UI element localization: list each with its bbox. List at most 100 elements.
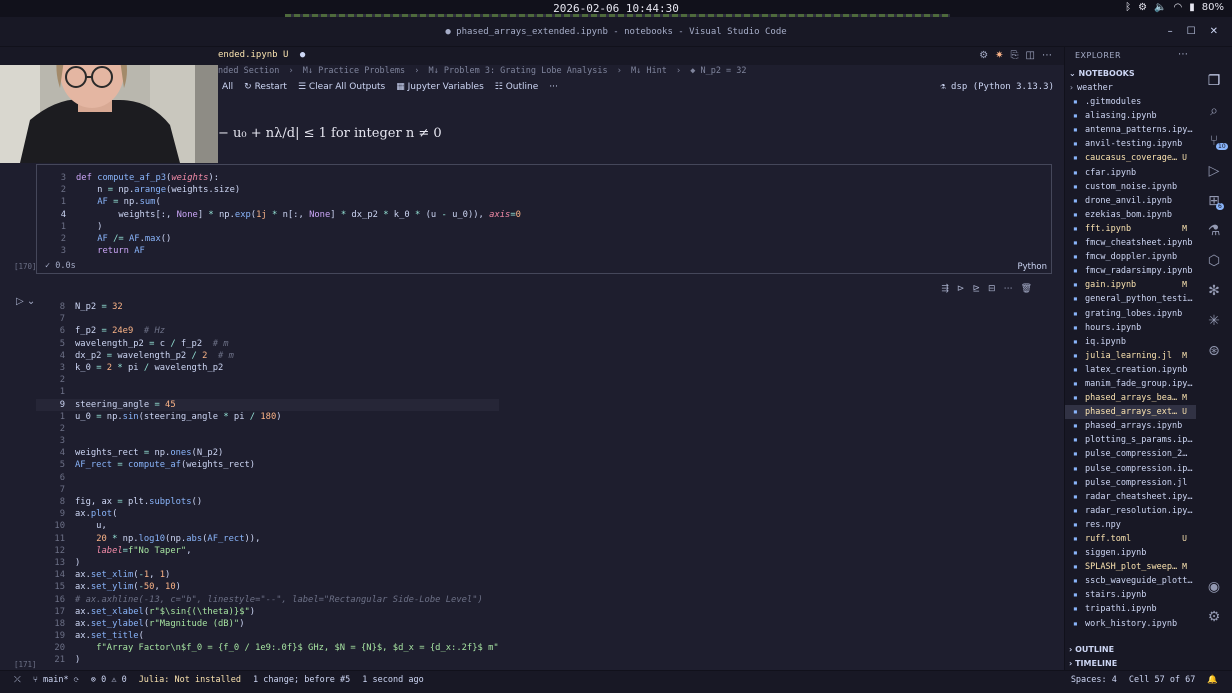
cell-more-icon[interactable]: ⋯ [1004, 284, 1013, 298]
file-item[interactable]: ▪ pulse_compression.jl [1065, 476, 1197, 490]
code-line[interactable]: 3 return AF [37, 245, 521, 257]
explorer-icon[interactable]: ❐ [1196, 73, 1232, 89]
file-item[interactable]: ▪ phased_arrays.ipynb [1065, 419, 1197, 433]
wifi-icon[interactable]: ◠ [1174, 2, 1183, 13]
clear-outputs-button[interactable]: ☰ Clear All Outputs [298, 82, 385, 92]
code-line[interactable]: 9 steering_angle = 45 [36, 398, 499, 411]
file-item[interactable]: ▪ grating_lobes.ipynb [1065, 307, 1197, 321]
execute-below-icon[interactable]: ⊵ [972, 284, 980, 298]
file-item[interactable]: ▪ SPLASH_plot_sweep… M [1065, 560, 1197, 574]
file-item[interactable]: ▪ work_history.ipynb [1065, 617, 1197, 631]
file-item[interactable]: ▪ fmcw_cheatsheet.ipynb [1065, 236, 1197, 250]
manage-gear-icon[interactable]: ⚙ [1196, 609, 1232, 625]
file-item[interactable]: ▪ custom_noise.ipynb [1065, 180, 1197, 194]
close-icon[interactable]: ✕ [1210, 26, 1218, 37]
file-item[interactable]: ▪ tripathi.ipynb [1065, 602, 1197, 616]
file-item[interactable]: ▪ julia_learning.jl M [1065, 349, 1197, 363]
breadcrumb-item[interactable]: M↓ Hint [631, 66, 667, 76]
file-item[interactable]: ▪ caucasus_coverage… U [1065, 151, 1197, 165]
explorer-more-icon[interactable]: ⋯ [1178, 49, 1188, 60]
code-line[interactable]: 1 u_0 = np.sin(steering_angle * pi / 180) [36, 411, 499, 423]
search-icon[interactable]: ⌕ [1196, 103, 1232, 119]
code-line[interactable]: 3 k_0 = 2 * pi / wavelength_p2 [36, 362, 499, 374]
extensions-icon[interactable]: ⊞ 6 [1196, 193, 1232, 210]
file-item[interactable]: ▪ fmcw_doppler.ipynb [1065, 250, 1197, 264]
ai-icon[interactable]: ✳ [1196, 313, 1232, 329]
testing-icon[interactable]: ⚗ [1196, 223, 1232, 239]
unsaved-dot-icon[interactable]: ● [300, 50, 305, 60]
code-line[interactable]: 2 [36, 374, 499, 386]
code-line[interactable]: 5 AF_rect = compute_af(weights_rect) [36, 459, 499, 471]
cell-position[interactable]: Cell 57 of 67 [1129, 675, 1196, 685]
file-item[interactable]: ▪ iq.ipynb [1065, 335, 1197, 349]
file-item[interactable]: ▪ phased_arrays_ext… U [1065, 405, 1197, 420]
split-editor-icon[interactable]: ◫ [1026, 50, 1035, 61]
code-line[interactable]: 11 20 * np.log10(np.abs(AF_rect)), [36, 533, 499, 545]
containers-icon[interactable]: ⬡ [1196, 253, 1232, 269]
breadcrumb-item[interactable]: M↓ Practice Problems [303, 66, 405, 76]
file-item[interactable]: ▪ siggen.ipynb [1065, 546, 1197, 560]
code-line[interactable]: 13) [36, 557, 499, 569]
open-changes-icon[interactable]: ⎘ [1011, 50, 1019, 61]
run-all-button[interactable]: All [222, 82, 233, 92]
file-item[interactable]: ▪ fft.ipynb M [1065, 222, 1197, 236]
file-item[interactable]: ▪ cfar.ipynb [1065, 166, 1197, 180]
battery-icon[interactable]: ▮ [1189, 2, 1195, 13]
file-item[interactable]: ▪ general_python_testi… [1065, 292, 1197, 306]
problems-indicator[interactable]: ⊗ 0 ⚠ 0 [91, 675, 127, 685]
code-line[interactable]: 2 n = np.arange(weights.size) [37, 184, 521, 196]
file-item[interactable]: ▪ aliasing.ipynb [1065, 109, 1197, 123]
remote-indicator-icon[interactable]: ⤫ [14, 675, 21, 685]
execute-above-icon[interactable]: ⊳ [957, 284, 965, 298]
code-line[interactable]: 1 ) [37, 221, 521, 233]
file-item[interactable]: ▪ manim_fade_group.ipy… [1065, 377, 1197, 391]
julia-status[interactable]: Julia: Not installed [139, 675, 241, 685]
code-line[interactable]: 15 ax.set_ylim(-50, 10) [36, 581, 499, 593]
code-line[interactable]: 8 N_p2 = 32 [36, 301, 499, 313]
restart-button[interactable]: ↻ Restart [244, 82, 287, 92]
file-item[interactable]: ▪ radar_cheatsheet.ipy… [1065, 490, 1197, 504]
more-toolbar-button[interactable]: ··· [549, 82, 558, 92]
jupyter-variables-button[interactable]: ▦ Jupyter Variables [396, 82, 484, 92]
git-branch[interactable]: ⑂ main* ⟳ [33, 675, 79, 685]
delete-cell-icon[interactable]: 🗑 [1021, 284, 1032, 298]
settings-icon[interactable]: ⚙ [1138, 2, 1147, 13]
code-line[interactable]: 2 AF /= AF.max() [37, 233, 521, 245]
code-line[interactable]: 4 weights_rect = np.ones(N_p2) [36, 447, 499, 459]
tab-phased-arrays-extended[interactable]: ended.ipynb U ● [218, 47, 313, 65]
code-line[interactable]: 20 f"Array Factor\n$f_0 = {f_0 / 1e9:.0f… [36, 642, 498, 654]
more-actions-icon[interactable]: ⋯ [1042, 50, 1052, 61]
explorer-section-notebooks[interactable]: ⌄ NOTEBOOKS [1069, 69, 1135, 78]
code-line[interactable]: 18 ax.set_ylabel(r"Magnitude (dB)") [36, 618, 499, 630]
code-line[interactable]: 6 f_p2 = 24e9 # Hz [36, 325, 499, 337]
file-item[interactable]: ▪ latex_creation.ipynb [1065, 363, 1197, 377]
outline-section[interactable]: › OUTLINE [1069, 645, 1114, 654]
cell-language[interactable]: Python [1018, 262, 1047, 272]
remote-explorer-icon[interactable]: ⊛ [1196, 343, 1232, 359]
file-item[interactable]: ▪ ruff.toml U [1065, 532, 1197, 546]
file-item[interactable]: ▪ pulse_compression_2… [1065, 447, 1197, 461]
file-item[interactable]: ▪ radar_resolution.ipy… [1065, 504, 1197, 518]
indentation-status[interactable]: Spaces: 4 [1071, 675, 1117, 685]
copilot-icon[interactable]: ✷ [995, 50, 1003, 61]
code-line[interactable]: 4 weights[:, None] * np.exp(1j * n[:, No… [37, 209, 521, 221]
code-line[interactable]: 10 u, [36, 520, 499, 532]
code-line[interactable]: 12 label=f"No Taper", [36, 545, 499, 557]
code-line[interactable]: 5 wavelength_p2 = c / f_p2 # m [36, 338, 499, 350]
file-item[interactable]: ▪ gain.ipynb M [1065, 278, 1197, 292]
kernel-picker[interactable]: ⚗ dsp (Python 3.13.3) [940, 82, 1054, 92]
file-item[interactable]: ▪ res.npy [1065, 518, 1197, 532]
code-line[interactable]: 21) [36, 654, 499, 666]
file-item[interactable]: ▪ sscb_waveguide_plott… [1065, 574, 1197, 588]
code-line[interactable]: 7 [36, 313, 499, 325]
code-line[interactable]: 3 [36, 435, 499, 447]
file-item[interactable]: ▪ pulse_compression.ip… [1065, 462, 1197, 476]
timeline-section[interactable]: › TIMELINE [1069, 659, 1117, 668]
account-icon[interactable]: ◉ [1196, 579, 1232, 595]
run-by-line-icon[interactable]: ⇶ [941, 284, 949, 298]
copilot-chat-icon[interactable]: ✻ [1196, 283, 1232, 299]
code-line[interactable]: 3 def compute_af_p3(weights): [37, 172, 521, 184]
code-line[interactable]: 2 [36, 423, 499, 435]
code-line[interactable]: 19 ax.set_title( [36, 630, 499, 642]
bluetooth-icon[interactable]: ᛒ [1125, 2, 1131, 13]
